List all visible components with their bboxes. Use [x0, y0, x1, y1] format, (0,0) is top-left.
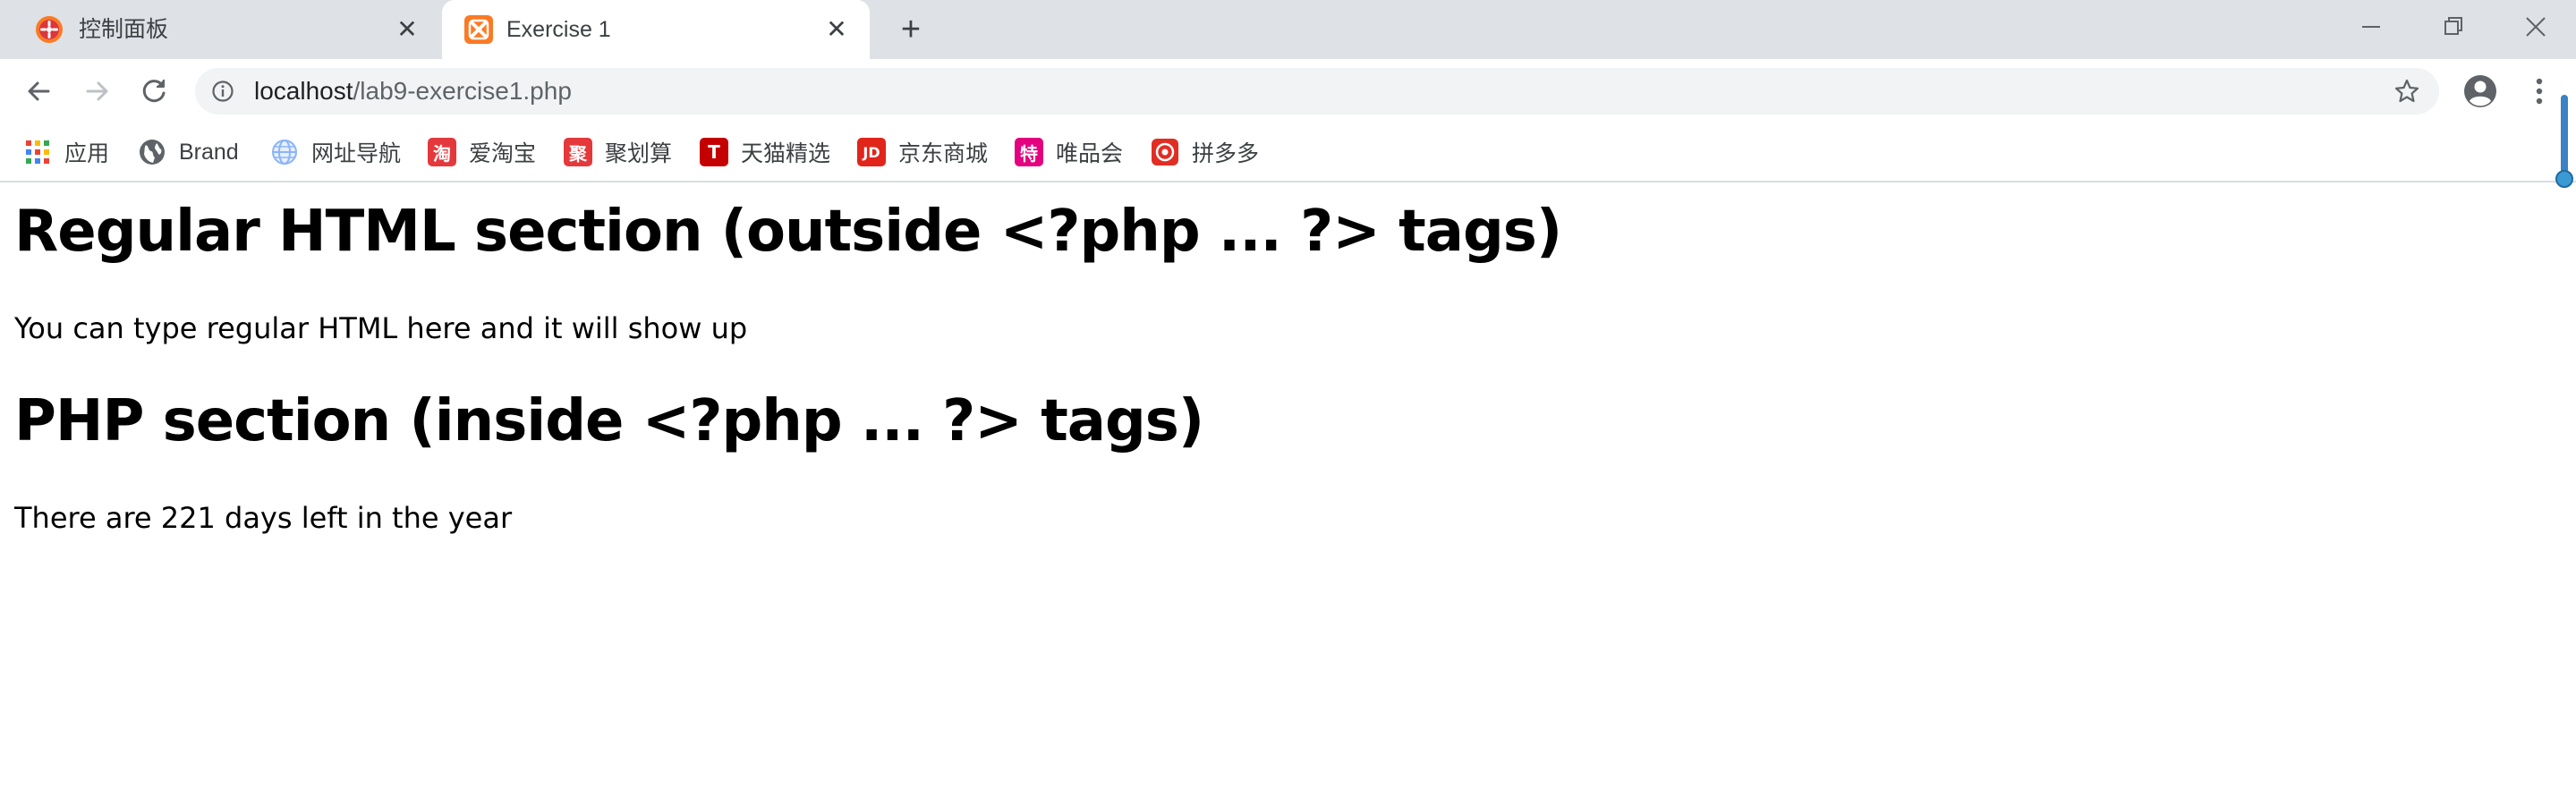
close-icon[interactable]: ✕: [823, 16, 850, 43]
globe-dark-icon: [140, 140, 165, 165]
xampp-star-icon: [36, 16, 63, 43]
tab-exercise-1[interactable]: Exercise 1 ✕: [442, 0, 870, 59]
heading-regular-html: Regular HTML section (outside <?php ... …: [14, 199, 1562, 265]
info-icon[interactable]: [211, 80, 234, 103]
bookmark-pinduoduo[interactable]: 拼多多: [1151, 134, 1259, 170]
taobao-icon: 淘: [428, 138, 456, 166]
address-bar[interactable]: localhost/lab9-exercise1.php: [195, 68, 2439, 115]
paragraph-days-left: There are 221 days left in the year: [14, 501, 513, 535]
bookmark-url-nav[interactable]: 网址导航: [270, 134, 401, 170]
profile-avatar-icon[interactable]: [2462, 73, 2498, 109]
bookmark-label: 京东商城: [898, 141, 989, 166]
jd-icon: JD: [857, 138, 886, 166]
vip-icon: 特: [1015, 138, 1043, 166]
scrollbar-thumb[interactable]: [2561, 95, 2568, 179]
bookmark-tmall[interactable]: T 天猫精选: [700, 134, 830, 170]
url-host: localhost: [254, 77, 353, 105]
bookmarks-bar: 应用 Brand 网址导航 淘 爱淘宝 聚 聚划算 T 天猫精选 JD 京东商城…: [0, 123, 2576, 182]
tab-title: 控制面板: [79, 17, 169, 42]
bookmark-label: Brand: [179, 139, 239, 165]
juhuasuan-icon: 聚: [564, 138, 592, 166]
heading-php-section: PHP section (inside <?php ... ?> tags): [14, 388, 1204, 454]
bookmark-juhuasuan[interactable]: 聚 聚划算: [564, 134, 672, 170]
close-icon[interactable]: ✕: [394, 16, 421, 43]
tmall-icon: T: [700, 138, 728, 166]
menu-dots-icon[interactable]: [2523, 73, 2555, 109]
tab-control-panel[interactable]: 控制面板 ✕: [0, 0, 440, 59]
apps-grid-icon: [26, 140, 49, 164]
bookmark-brand[interactable]: Brand: [138, 134, 239, 170]
bookmark-label: 唯品会: [1056, 141, 1124, 166]
bookmark-label: 爱淘宝: [469, 141, 537, 166]
browser-toolbar: localhost/lab9-exercise1.php: [0, 59, 2576, 123]
url-text: localhost/lab9-exercise1.php: [254, 68, 572, 115]
paragraph-regular-html: You can type regular HTML here and it wi…: [14, 311, 748, 345]
new-tab-button[interactable]: +: [893, 13, 929, 47]
bookmark-label: 应用: [64, 141, 110, 166]
scrollbar-knob[interactable]: [2555, 170, 2573, 188]
minimize-icon[interactable]: [2344, 9, 2398, 45]
pinduoduo-icon: [1152, 139, 1178, 165]
xampp-logo-icon: [464, 15, 493, 44]
back-arrow-icon[interactable]: [20, 72, 59, 111]
tab-strip: 控制面板 ✕ Exercise 1 ✕ +: [0, 0, 2576, 59]
bookmark-jd[interactable]: JD 京东商城: [857, 134, 988, 170]
url-path: /lab9-exercise1.php: [353, 77, 572, 105]
bookmark-label: 网址导航: [311, 141, 402, 166]
bookmark-apps[interactable]: 应用: [23, 134, 109, 170]
globe-blue-icon: [272, 140, 297, 165]
restore-icon[interactable]: [2427, 9, 2480, 45]
bookmark-label: 聚划算: [605, 141, 673, 166]
bookmark-vip[interactable]: 特 唯品会: [1015, 134, 1123, 170]
bookmark-label: 天猫精选: [741, 141, 831, 166]
forward-arrow-icon[interactable]: [77, 72, 116, 111]
reload-icon[interactable]: [134, 72, 174, 111]
tab-title: Exercise 1: [506, 17, 611, 42]
bookmark-label: 拼多多: [1192, 141, 1260, 166]
window-close-icon[interactable]: [2509, 9, 2563, 45]
bookmark-ai-taobao[interactable]: 淘 爱淘宝: [428, 134, 536, 170]
bookmark-star-icon[interactable]: [2393, 77, 2421, 106]
